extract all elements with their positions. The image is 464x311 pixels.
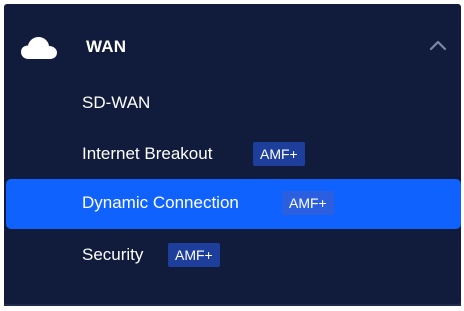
nav-item-label: Security bbox=[82, 245, 144, 264]
amf-plus-badge: AMF+ bbox=[253, 142, 305, 166]
nav-item-label: SD-WAN bbox=[82, 93, 151, 112]
cloud-icon bbox=[21, 37, 57, 59]
nav-item-dynamic-connection[interactable]: Dynamic Connection AMF+ bbox=[6, 179, 461, 229]
amf-plus-badge: AMF+ bbox=[282, 191, 334, 215]
nav-item-security[interactable]: Security AMF+ bbox=[6, 231, 461, 281]
amf-plus-badge: AMF+ bbox=[168, 243, 220, 267]
wan-menu-panel: WAN SD-WAN Internet Breakout AMF+ Dynami… bbox=[4, 4, 461, 306]
wan-section-header[interactable]: WAN bbox=[4, 24, 461, 70]
chevron-up-icon[interactable] bbox=[429, 39, 447, 51]
nav-item-sd-wan[interactable]: SD-WAN bbox=[6, 79, 461, 129]
section-title: WAN bbox=[86, 37, 127, 56]
divider bbox=[4, 304, 461, 306]
nav-item-internet-breakout[interactable]: Internet Breakout AMF+ bbox=[6, 130, 461, 180]
nav-item-label: Internet Breakout bbox=[82, 144, 213, 163]
nav-item-label: Dynamic Connection bbox=[82, 193, 239, 212]
